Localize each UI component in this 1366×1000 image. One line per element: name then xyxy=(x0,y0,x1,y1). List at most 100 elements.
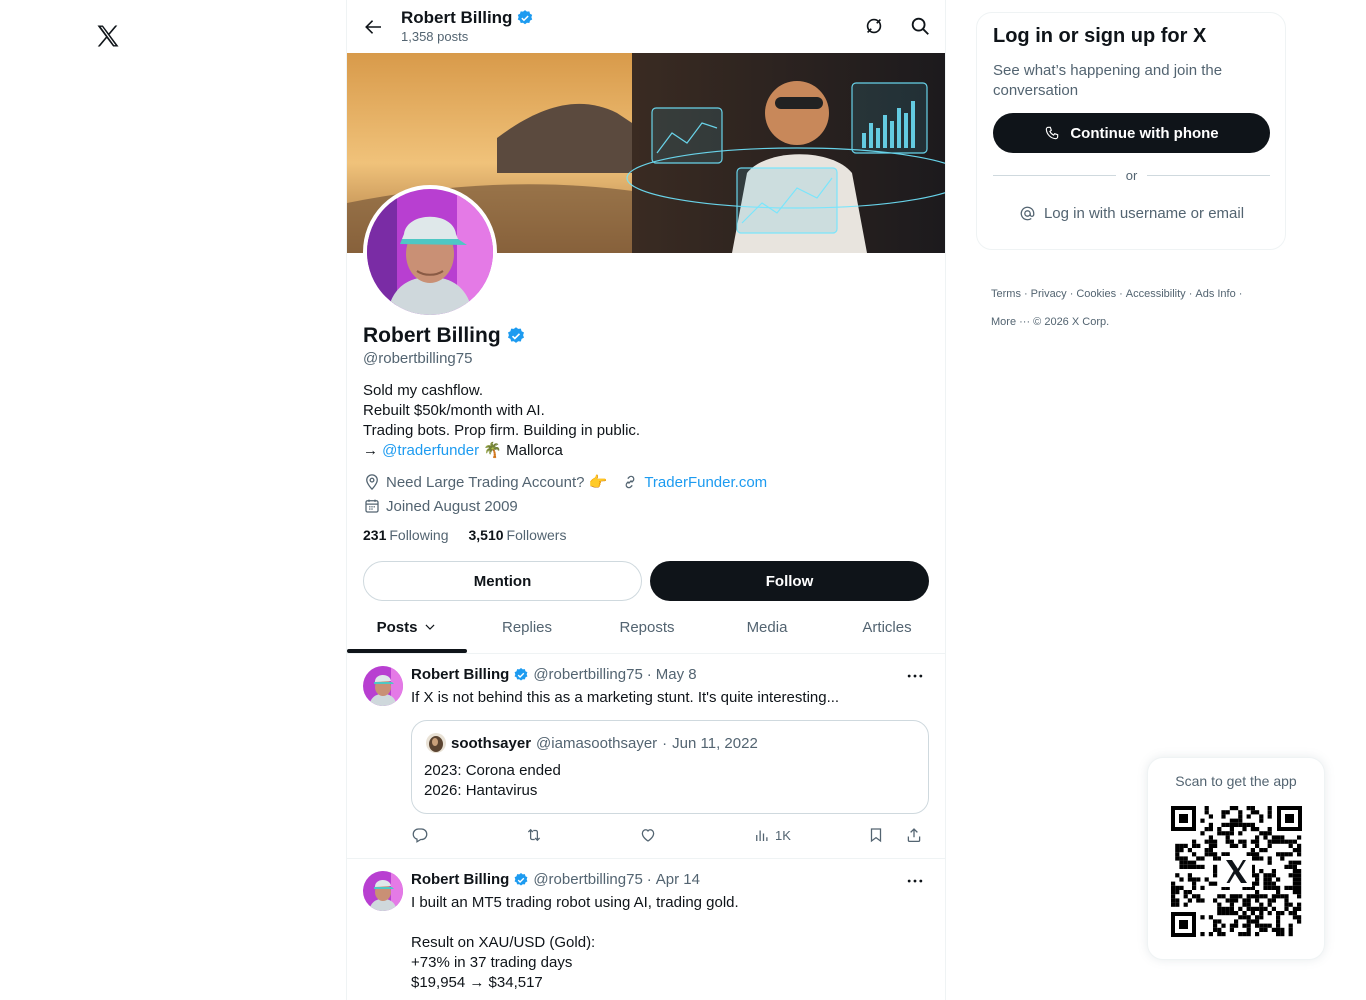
quote-author-handle: @iamasoothsayer xyxy=(536,734,658,752)
footer-link-privacy[interactable]: Privacy xyxy=(1031,288,1067,300)
profile-meta-row: Need Large Trading Account? 👉 TraderFund… xyxy=(363,473,767,491)
quote-header: soothsayer @iamasoothsayer · Jun 11, 202… xyxy=(426,733,758,753)
profile-bio: Sold my cashflow. Rebuilt $50k/month wit… xyxy=(363,381,640,461)
tweet-avatar[interactable] xyxy=(363,666,403,706)
heart-icon xyxy=(641,829,655,842)
quote-avatar xyxy=(426,733,446,753)
avatar-image xyxy=(363,666,403,706)
search-icon[interactable] xyxy=(909,15,931,37)
grok-icon[interactable] xyxy=(863,15,885,37)
bookmark-icon xyxy=(870,828,882,843)
repost-icon xyxy=(527,828,541,842)
calendar-icon xyxy=(365,499,379,513)
avatar-image xyxy=(426,733,446,753)
following-link[interactable]: 231 Following xyxy=(363,527,449,543)
qr-title: Scan to get the app xyxy=(1175,773,1297,789)
reply-icon xyxy=(412,828,428,843)
tweet[interactable]: Robert Billing @robertbilling75 · Apr 14… xyxy=(347,859,945,1000)
profile-column: Robert Billing 1,358 posts Robert Billin… xyxy=(346,0,946,1000)
views-button[interactable]: 1K xyxy=(753,826,791,844)
profile-website[interactable]: TraderFunder.com xyxy=(621,473,767,491)
bio-line: Trading bots. Prop firm. Building in pub… xyxy=(363,422,641,439)
avatar-image xyxy=(367,189,493,315)
header-name: Robert Billing xyxy=(401,8,534,28)
bio-line: Rebuilt $50k/month with AI. xyxy=(363,402,545,419)
or-divider: or xyxy=(993,165,1270,185)
bio-line: → @traderfunder 🌴 Mallorca xyxy=(363,441,640,461)
footer-link-ads-info[interactable]: Ads Info xyxy=(1195,288,1235,300)
tweet-author-handle[interactable]: @robertbilling75 xyxy=(533,666,642,683)
left-rail xyxy=(0,0,346,1000)
verified-badge-icon[interactable] xyxy=(506,326,526,346)
footer-link-accessibility[interactable]: Accessibility xyxy=(1126,288,1186,300)
bookmark-button[interactable] xyxy=(867,826,885,844)
profile-avatar[interactable] xyxy=(363,185,497,319)
more-options-icon[interactable] xyxy=(905,871,925,891)
tweet-text: I built an MT5 trading robot using AI, t… xyxy=(411,894,739,991)
profile-meta-row-2: Joined August 2009 xyxy=(363,497,518,515)
repost-button[interactable] xyxy=(525,826,543,844)
follow-button[interactable]: Follow xyxy=(650,561,929,601)
tab-reposts[interactable]: Reposts xyxy=(587,601,707,653)
tweet-date[interactable]: Apr 14 xyxy=(656,871,700,888)
tab-replies[interactable]: Replies xyxy=(467,601,587,653)
app-qr-card[interactable]: Scan to get the app xyxy=(1147,757,1325,960)
tweet-header: Robert Billing @robertbilling75 · Apr 14 xyxy=(411,871,700,888)
share-icon xyxy=(907,828,921,843)
bio-line: Sold my cashflow. xyxy=(363,382,484,399)
quote-date: Jun 11, 2022 xyxy=(672,734,758,752)
profile-name: Robert Billing xyxy=(363,324,526,348)
footer-link-more[interactable]: More ··· xyxy=(991,316,1030,328)
tweet-header: Robert Billing @robertbilling75 · May 8 xyxy=(411,666,697,683)
quote-text: 2023: Corona ended 2026: Hantavirus xyxy=(424,762,561,799)
footer-copyright: © 2026 X Corp. xyxy=(1033,316,1110,328)
tweet-avatar[interactable] xyxy=(363,871,403,911)
profile-location: Need Large Trading Account? 👉 xyxy=(363,473,607,491)
profile-joined: Joined August 2009 xyxy=(363,497,518,515)
login-username-button[interactable]: Log in with username or email xyxy=(993,193,1270,233)
tab-media[interactable]: Media xyxy=(707,601,827,653)
follow-counts: 231 Following 3,510 Followers xyxy=(363,527,566,543)
qr-code xyxy=(1171,806,1302,937)
tweet-author-handle[interactable]: @robertbilling75 xyxy=(533,871,642,888)
tab-posts[interactable]: Posts xyxy=(347,601,467,653)
tweet-actions: 1K xyxy=(411,826,931,846)
quote-author-name: soothsayer xyxy=(451,734,532,752)
profile-tabs: Posts Replies Reposts Media Articles xyxy=(347,601,945,654)
tab-articles[interactable]: Articles xyxy=(827,601,945,653)
profile-handle: @robertbilling75 xyxy=(363,350,473,367)
header-posts-count: 1,358 posts xyxy=(401,29,469,44)
verified-badge-icon xyxy=(518,10,533,25)
footer-link-cookies[interactable]: Cookies xyxy=(1076,288,1116,300)
footer-links: Terms · Privacy · Cookies · Accessibility · Ads … xyxy=(991,288,1243,328)
tweet-text: If X is not behind this as a marketing s… xyxy=(411,689,840,706)
verified-badge-icon xyxy=(514,667,528,681)
profile-header-bar: Robert Billing 1,358 posts xyxy=(347,0,945,53)
website-link[interactable]: TraderFunder.com xyxy=(644,474,767,491)
at-sign-icon xyxy=(1020,206,1035,220)
bio-mention-link[interactable]: @traderfunder xyxy=(382,442,479,459)
analytics-icon xyxy=(756,830,768,841)
reply-button[interactable] xyxy=(411,826,429,844)
verified-badge-icon xyxy=(514,872,528,886)
followers-link[interactable]: 3,510 Followers xyxy=(469,527,567,543)
chevron-down-icon xyxy=(425,624,435,630)
like-button[interactable] xyxy=(639,826,657,844)
login-title: Log in or sign up for X xyxy=(993,25,1207,47)
tweet-date[interactable]: May 8 xyxy=(656,666,697,683)
login-card: Log in or sign up for X See what’s happe… xyxy=(976,12,1286,250)
back-arrow-icon[interactable] xyxy=(361,15,385,39)
x-logo-icon[interactable] xyxy=(94,22,122,50)
more-options-icon[interactable] xyxy=(905,666,925,686)
phone-icon xyxy=(1046,126,1059,140)
tweet-author-name[interactable]: Robert Billing xyxy=(411,871,509,888)
footer-link-terms[interactable]: Terms xyxy=(991,288,1021,300)
quoted-tweet[interactable]: soothsayer @iamasoothsayer · Jun 11, 202… xyxy=(411,720,929,814)
mention-button[interactable]: Mention xyxy=(363,561,642,601)
location-pin-icon xyxy=(366,474,378,491)
tweet-author-name[interactable]: Robert Billing xyxy=(411,666,509,683)
bio-location-text: 🌴 Mallorca xyxy=(483,442,563,459)
tweet[interactable]: Robert Billing @robertbilling75 · May 8 … xyxy=(347,654,945,859)
share-button[interactable] xyxy=(905,826,923,844)
continue-with-phone-button[interactable]: Continue with phone xyxy=(993,113,1270,153)
